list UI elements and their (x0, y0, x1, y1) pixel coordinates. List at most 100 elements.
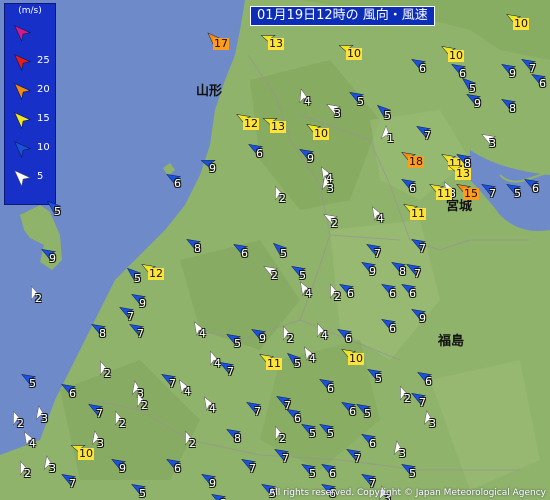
wind-speed-label: 5 (280, 247, 287, 260)
wind-speed-label: 13 (270, 120, 286, 133)
wind-speed-label: 8 (509, 102, 516, 115)
legend-row: 5 (9, 167, 55, 187)
wind-speed-label: 2 (24, 467, 31, 480)
wind-speed-label: 12 (243, 117, 259, 130)
wind-speed-label: 5 (234, 337, 241, 350)
wind-speed-label: 9 (509, 67, 516, 80)
wind-speed-label: 7 (69, 477, 76, 490)
wind-speed-label: 9 (49, 252, 56, 265)
wind-speed-label: 2 (189, 437, 196, 450)
wind-speed-label: 6 (256, 147, 263, 160)
arrow-icon (14, 83, 31, 100)
wind-speed-label: 10 (346, 47, 362, 60)
wind-speed-label: 5 (309, 427, 316, 440)
wind-speed-label: 5 (309, 467, 316, 480)
wind-speed-label: 2 (331, 217, 338, 230)
wind-speed-label: 5 (54, 205, 61, 218)
wind-speed-label: 6 (389, 322, 396, 335)
wind-speed-label: 3 (97, 437, 104, 450)
legend: (m/s) 25 20 15 10 5 (4, 3, 56, 205)
wind-speed-label: 13 (268, 37, 284, 50)
wind-speed-label: 2 (104, 367, 111, 380)
place-label-fukushima: 福島 (438, 334, 465, 349)
wind-speed-label: 6 (539, 77, 546, 90)
wind-speed-label: 6 (419, 62, 426, 75)
wind-speed-label: 9 (119, 462, 126, 475)
wind-speed-label: 5 (375, 372, 382, 385)
wind-speed-label: 7 (419, 396, 426, 409)
wind-speed-label: 7 (354, 452, 361, 465)
wind-speed-label: 7 (419, 242, 426, 255)
wind-speed-label: 7 (282, 452, 289, 465)
wind-speed-label: 5 (384, 109, 391, 122)
wind-speed-label: 2 (287, 332, 294, 345)
wind-speed-label: 6 (459, 67, 466, 80)
wind-speed-label: 5 (514, 187, 521, 200)
wind-speed-label: 9 (209, 162, 216, 175)
wind-speed-label: 6 (329, 467, 336, 480)
wind-speed-label: 4 (305, 287, 312, 300)
wind-speed-label: 9 (209, 477, 216, 490)
wind-speed-label: 6 (174, 177, 181, 190)
wind-speed-label: 5 (327, 427, 334, 440)
legend-row: 15 (9, 109, 55, 129)
legend-value: 20 (37, 84, 50, 95)
wind-speed-label: 5 (364, 407, 371, 420)
arrow-icon (14, 25, 31, 42)
wind-speed-label: 2 (271, 269, 278, 282)
wind-speed-label: 10 (348, 352, 364, 365)
legend-row: 10 (9, 138, 55, 158)
wind-speed-label: 4 (29, 437, 36, 450)
wind-speed-label: 6 (174, 462, 181, 475)
wind-speed-label: 4 (309, 352, 316, 365)
wind-speed-label: 7 (424, 129, 431, 142)
wind-speed-label: 15 (463, 187, 479, 200)
wind-speed-label: 17 (213, 37, 229, 50)
wind-speed-label: 5 (29, 377, 36, 390)
arrow-icon (14, 112, 31, 129)
wind-speed-label: 2 (35, 292, 42, 305)
wind-speed-label: 6 (425, 375, 432, 388)
wind-speed-label: 9 (474, 97, 481, 110)
copyright: All rights reserved. Copyright © Japan M… (269, 488, 546, 498)
wind-speed-label: 7 (227, 365, 234, 378)
wind-speed-label: 6 (241, 247, 248, 260)
wind-speed-label: 10 (313, 127, 329, 140)
legend-row: 25 (9, 51, 55, 71)
wind-speed-label: 4 (184, 385, 191, 398)
wind-speed-label: 9 (419, 312, 426, 325)
wind-speed-label: 13 (455, 167, 471, 180)
wind-speed-label: 9 (259, 332, 266, 345)
wind-speed-label: 3 (49, 462, 56, 475)
wind-speed-label: 3 (41, 412, 48, 425)
wind-speed-label: 11 (266, 357, 282, 370)
wind-speed-label: 2 (141, 399, 148, 412)
wind-speed-label: 8 (234, 432, 241, 445)
wind-speed-label: 6 (347, 287, 354, 300)
wind-speed-label: 18 (408, 155, 424, 168)
legend-unit: (m/s) (18, 6, 42, 16)
wind-speed-label: 6 (409, 287, 416, 300)
legend-row: 20 (9, 80, 55, 100)
wind-speed-label: 5 (134, 272, 141, 285)
map-title: 01月19日12時の 風向・風速 (250, 6, 435, 26)
wind-speed-label: 11 (410, 207, 426, 220)
wind-speed-label: 2 (404, 392, 411, 405)
wind-speed-label: 3 (399, 447, 406, 460)
wind-speed-label: 6 (369, 437, 376, 450)
wind-speed-label: 3 (429, 417, 436, 430)
wind-speed-label: 4 (304, 95, 311, 108)
wind-speed-label: 7 (96, 407, 103, 420)
legend-value: 10 (37, 142, 50, 153)
arrow-icon (14, 54, 31, 71)
wind-speed-label: 3 (334, 107, 341, 120)
wind-speed-label: 4 (321, 329, 328, 342)
wind-speed-label: 5 (409, 467, 416, 480)
wind-map: (m/s) 25 20 15 10 5 01月19日12時の 風向・風速 山形 宮城 福… (0, 0, 550, 500)
wind-speed-label: 9 (369, 265, 376, 278)
wind-speed-label: 6 (345, 332, 352, 345)
wind-speed-label: 5 (139, 487, 146, 500)
wind-speed-label: 2 (279, 192, 286, 205)
wind-speed-label: 2 (17, 417, 24, 430)
wind-speed-label: 7 (489, 187, 496, 200)
